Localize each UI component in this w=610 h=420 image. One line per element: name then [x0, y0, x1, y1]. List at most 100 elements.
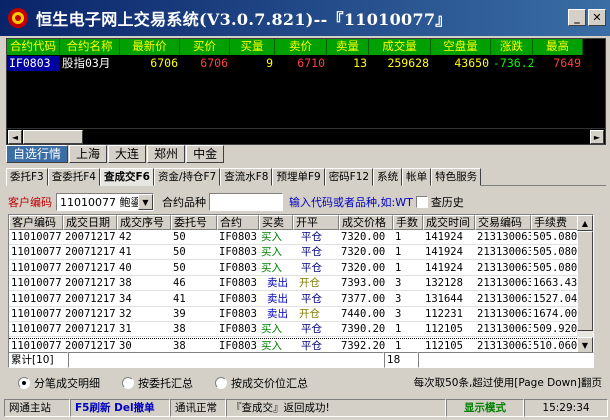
quote-row[interactable]: IF0803 股指03月 6706 6706 9 6710 13 259628 43650 -73… — [7, 56, 583, 71]
market-tab[interactable]: 郑州 — [147, 145, 186, 163]
column-header[interactable]: 成交价格 — [339, 215, 393, 230]
column-header[interactable]: 客户编码 — [9, 215, 63, 230]
function-tab[interactable]: 密码F12 — [324, 168, 374, 186]
quote-col-header[interactable]: 合约代码 — [7, 39, 60, 55]
quote-col-header[interactable]: 合约名称 — [60, 39, 120, 55]
column-header[interactable]: 成交时间 — [423, 215, 475, 230]
market-tab[interactable]: 上海 — [69, 145, 108, 163]
market-tab[interactable]: 大连 — [108, 145, 147, 163]
column-header[interactable]: 合约 — [217, 215, 259, 230]
table-cell: 20071217 — [65, 261, 116, 274]
view-mode-label[interactable]: 分笔成交明细 — [34, 375, 100, 391]
table-cell: 1527.040 — [533, 292, 579, 305]
quote-col-header[interactable]: 买量 — [230, 39, 275, 55]
quote-cell: 259628 — [387, 56, 429, 70]
history-checkbox[interactable] — [415, 196, 428, 208]
function-tab[interactable]: 委托F3 — [6, 168, 48, 186]
column-header[interactable]: 买卖 — [259, 215, 293, 230]
quote-col-header[interactable]: 涨跌 — [491, 39, 533, 55]
market-tab[interactable]: 自选行情 — [6, 145, 69, 163]
close-button[interactable]: ✕ — [588, 9, 606, 26]
table-vertical-scrollbar[interactable]: ▲ ▼ — [577, 215, 593, 353]
client-code-select[interactable]: 11010077 鲍鎏 ▼ — [56, 193, 154, 211]
table-cell: 213130063 — [477, 308, 531, 320]
view-mode-radio[interactable] — [18, 377, 30, 389]
scroll-down-icon[interactable]: ▼ — [577, 337, 593, 353]
table-cell: 20071217 — [65, 246, 116, 259]
table-cell: 50 — [173, 246, 186, 259]
quote-col-header[interactable]: 空盘量 — [431, 39, 491, 55]
table-cell: 41 — [119, 246, 132, 259]
view-mode-label[interactable]: 按委托汇总 — [138, 375, 193, 391]
table-row[interactable]: 11010077 20071217 42 50 IF0803 买入 平仓 7320.00 1 14… — [9, 230, 579, 245]
table-cell: 50 — [173, 261, 186, 274]
quote-cell: 13 — [353, 56, 367, 70]
column-header[interactable]: 成交序号 — [117, 215, 171, 230]
table-cell: 开仓 — [299, 277, 320, 290]
table-cell: 1 — [395, 231, 402, 243]
column-header[interactable]: 开平 — [293, 215, 339, 230]
table-cell: 34 — [119, 292, 132, 305]
table-cell: 505.0800 — [533, 231, 579, 243]
quote-col-header[interactable]: 最新价 — [120, 39, 180, 55]
quote-col-header[interactable]: 卖价 — [275, 39, 327, 55]
table-cell: IF0803 — [219, 261, 257, 274]
title-bar[interactable]: 恒生电子网上交易系统(V3.0.7.821)--『11010077』 _ ✕ — [0, 0, 610, 36]
table-row[interactable]: 11010077 20071217 38 46 IF0803 卖出 开仓 7393.00 3 13… — [9, 276, 579, 292]
contract-input[interactable] — [209, 193, 283, 211]
table-cell: 买入 — [261, 246, 282, 259]
function-tab[interactable]: 查流水F8 — [220, 168, 273, 186]
table-row[interactable]: 11010077 20071217 34 41 IF0803 卖出 平仓 7377.00 3 13… — [9, 292, 579, 307]
quote-col-header[interactable]: 买价 — [180, 39, 230, 55]
column-header[interactable]: 委托号 — [171, 215, 217, 230]
table-row[interactable]: 11010077 20071217 31 38 IF0803 买入 平仓 7390.20 1 11… — [9, 322, 579, 338]
table-cell: 1674.000 — [533, 308, 579, 320]
quote-col-header[interactable]: 最高 — [533, 39, 583, 55]
scroll-left-icon[interactable]: ◄ — [8, 130, 22, 144]
table-cell: 7320.00 — [341, 231, 386, 243]
table-cell: 38 — [119, 277, 132, 290]
view-mode-radio[interactable] — [122, 377, 134, 389]
function-tab[interactable]: 查委托F4 — [47, 168, 100, 186]
minimize-button[interactable]: _ — [568, 9, 586, 26]
scroll-right-icon[interactable]: ► — [590, 130, 604, 144]
quote-cell: 股指03月 — [62, 56, 111, 70]
table-row[interactable]: 11010077 20071217 32 39 IF0803 卖出 开仓 7440.00 3 11… — [9, 307, 579, 322]
view-mode-radio[interactable] — [215, 377, 227, 389]
column-header[interactable]: 手续费 — [531, 215, 579, 230]
scroll-thumb[interactable] — [23, 130, 83, 144]
function-tab[interactable]: 资金/持仓F7 — [153, 168, 221, 186]
quote-cell: IF0803 — [7, 56, 60, 71]
status-message: 『查成交』返回成功! — [226, 399, 446, 417]
row-count: 累计[10] — [8, 352, 68, 368]
table-cell: 20071217 — [65, 308, 116, 320]
page-info: 每次取50条,超过使用[Page Down]翻页 — [413, 377, 602, 389]
function-tab[interactable]: 特色服务 — [431, 168, 482, 186]
function-tab[interactable]: 查成交F6 — [99, 168, 154, 186]
function-tab[interactable]: 帐单 — [402, 168, 432, 186]
market-tabs: 自选行情 上海 大连 郑州 中金 — [6, 145, 225, 163]
chevron-down-icon[interactable]: ▼ — [138, 194, 153, 210]
function-tab[interactable]: 预埋单F9 — [272, 168, 325, 186]
column-header[interactable]: 交易编码 — [475, 215, 531, 230]
table-cell: 11010077 — [11, 261, 62, 274]
scroll-up-icon[interactable]: ▲ — [577, 215, 593, 231]
market-tab[interactable]: 中金 — [186, 145, 225, 163]
table-cell: 20071217 — [65, 292, 116, 305]
table-cell: 39 — [173, 308, 186, 320]
table-row[interactable]: 11010077 20071217 30 38 IF0803 买入 平仓 7392.20 1 11… — [9, 337, 579, 353]
scroll-thumb[interactable] — [577, 231, 593, 331]
column-header[interactable]: 手数 — [393, 215, 423, 230]
function-tab[interactable]: 系统 — [373, 168, 403, 186]
table-row[interactable]: 11010077 20071217 40 50 IF0803 买入 平仓 7320.00 1 14… — [9, 261, 579, 276]
quote-horizontal-scrollbar[interactable]: ◄ ► — [7, 128, 605, 144]
view-mode-label[interactable]: 按成交价位汇总 — [231, 375, 308, 391]
table-row[interactable]: 11010077 20071217 41 50 IF0803 买入 平仓 7320.00 1 14… — [9, 245, 579, 261]
column-header[interactable]: 成交日期 — [63, 215, 117, 230]
summary-tail — [418, 352, 594, 368]
filter-bar: 客户编码 11010077 鲍鎏 ▼ 合约品种 输入代码或者品种,如:WT 查历… — [8, 192, 608, 212]
table-cell: 11010077 — [11, 323, 62, 336]
quote-col-header[interactable]: 成交量 — [369, 39, 431, 55]
table-cell: 卖出 — [267, 308, 288, 320]
quote-col-header[interactable]: 卖量 — [327, 39, 369, 55]
